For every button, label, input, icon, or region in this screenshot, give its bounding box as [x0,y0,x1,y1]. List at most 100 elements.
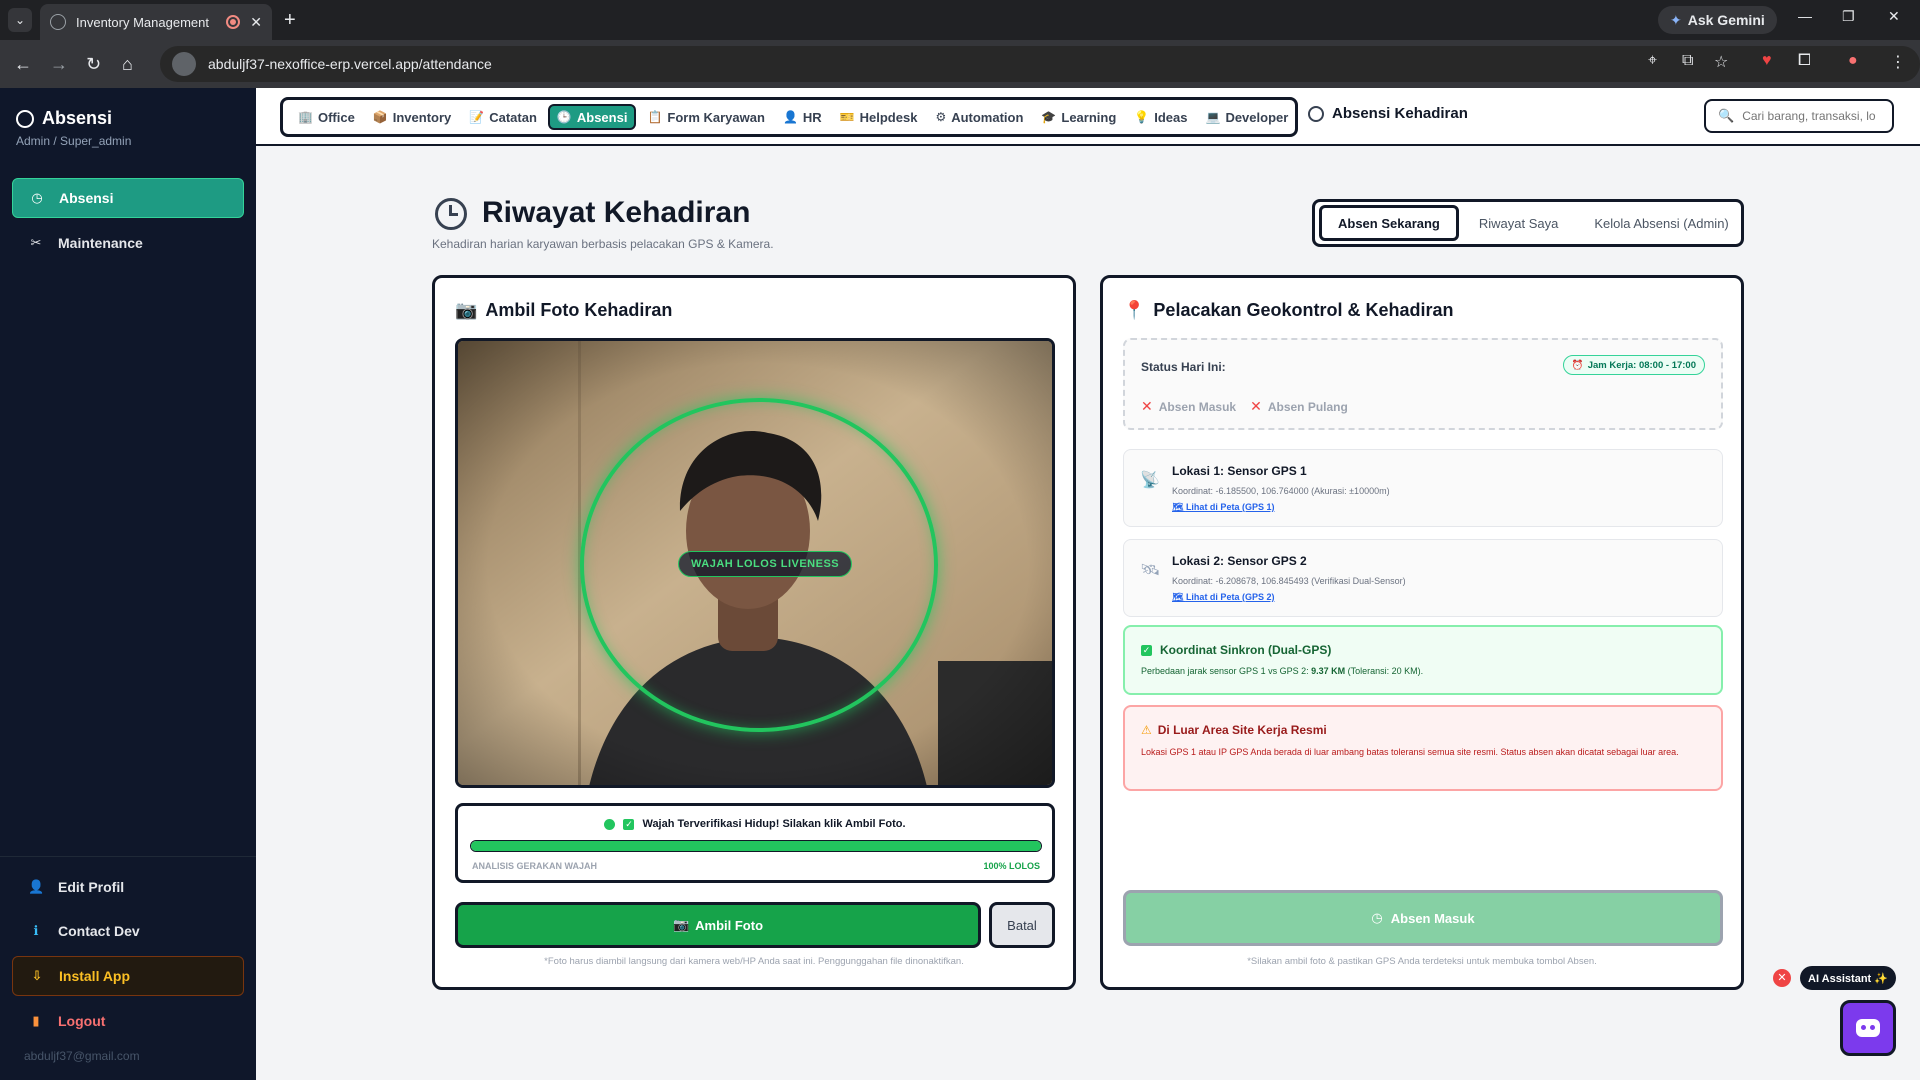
sidebar-item-maintenance[interactable]: ✂ Maintenance [12,223,244,263]
photo-note: *Foto harus diambil langsung dari kamera… [544,956,964,967]
tab-hr[interactable]: 👤 HR [776,104,829,130]
location-coordinates: Koordinat: -6.208678, 106.845493 (Verifi… [1172,576,1406,586]
tab-automation[interactable]: ⚙ Automation [928,104,1030,130]
tab-label: Office [317,109,355,125]
sync-title-row: ✓ Koordinat Sinkron (Dual-GPS) [1141,643,1331,657]
tab-label: HR [802,109,822,125]
global-search[interactable]: 🔍 [1704,99,1894,133]
reload-icon[interactable]: ↻ [86,52,101,76]
status-item-label: Absen Pulang [1267,400,1348,414]
gear-icon: ⚙ [935,110,947,124]
tab-label: Developer [1225,109,1289,125]
tab-ideas[interactable]: 💡 Ideas [1127,104,1194,130]
ask-gemini-button[interactable]: ✦ Ask Gemini [1658,6,1777,34]
tab-inventory[interactable]: 📦 Inventory [366,104,458,130]
clock-icon [1308,105,1324,122]
back-icon[interactable]: ← [14,52,32,76]
view-map-gps2-link[interactable]: 🗺 Lihat di Peta (GPS 2) [1172,592,1274,603]
browser-menu-icon[interactable]: ⋮ [1890,52,1906,72]
extension-icon[interactable]: ♥ [1762,52,1772,70]
assistant-close-icon[interactable]: ✕ [1773,969,1791,987]
url-text: abduljf37-nexoffice-erp.vercel.app/atten… [208,56,492,72]
check-in-button[interactable]: ◷ Absen Masuk [1123,890,1723,946]
minimize-icon[interactable]: — [1798,8,1812,24]
tab-learning[interactable]: 🎓 Learning [1034,104,1123,130]
office-icon: 🏢 [298,110,313,124]
module-nav: 🏢 Office 📦 Inventory 📝 Catatan 🕒 Absensi 📋 Fo… [280,97,1298,137]
extensions-puzzle-icon[interactable]: ⧠ [1798,52,1811,70]
cancel-button[interactable]: Batal [989,902,1055,948]
site-info-icon[interactable] [172,52,196,76]
location-gps-1: 📡 Lokasi 1: Sensor GPS 1 Koordinat: -6.1… [1123,449,1723,527]
forward-icon[interactable]: → [50,52,68,76]
clock-icon: 🕒 [556,110,572,124]
tab-form-karyawan[interactable]: 📋 Form Karyawan [640,104,772,130]
breadcrumb-label: Absensi Kehadiran [1332,105,1468,122]
analysis-progress-bar [470,840,1042,852]
tab-catatan[interactable]: 📝 Catatan [462,104,544,130]
tab-office[interactable]: 🏢 Office [291,104,362,130]
card-title: 📍 Pelacakan Geokontrol & Kehadiran [1123,300,1454,321]
brand-title: Absensi [42,108,113,128]
satellite-icon: 🛰 [1140,562,1161,579]
restore-icon[interactable]: ❐ [1842,8,1855,25]
page-subtitle: Kehadiran harian karyawan berbasis pelac… [432,237,774,251]
recording-icon [226,15,241,29]
tab-close-icon[interactable]: ✕ [250,14,262,31]
status-label: Status Hari Ini: [1141,360,1226,374]
sidebar-brand: Absensi [16,108,112,129]
view-map-gps1-link[interactable]: 🗺 Lihat di Peta (GPS 1) [1172,502,1274,513]
search-input[interactable] [1742,109,1892,123]
install-app-icon[interactable]: ⧉ [1682,52,1693,70]
lightbulb-icon: 💡 [1134,110,1150,124]
graduation-cap-icon: 🎓 [1041,110,1057,124]
page-breadcrumb: Absensi Kehadiran [1308,105,1468,122]
sidebar-item-edit-profil[interactable]: 👤 Edit Profil [12,867,244,907]
ai-assistant-button[interactable] [1840,1000,1896,1056]
card-title: 📷 Ambil Foto Kehadiran [455,300,672,321]
verify-message: Wajah Terverifikasi Hidup! Silakan klik … [642,818,906,830]
browser-tab[interactable]: Inventory Management ✕ [40,4,272,40]
map-pin-icon: 📍 [1123,300,1146,320]
tab-riwayat-saya[interactable]: Riwayat Saya [1463,205,1574,241]
tab-kelola-absensi[interactable]: Kelola Absensi (Admin) [1578,205,1744,241]
tab-developer[interactable]: 💻 Developer [1198,104,1295,130]
satellite-icon: 📡 [1140,472,1160,489]
info-icon: ℹ [33,923,39,938]
gemini-sparkle-icon: ✦ [1670,11,1682,28]
cross-icon: ✕ [1141,398,1153,414]
geo-note: *Silakan ambil foto & pastikan GPS Anda … [1247,956,1597,967]
capture-photo-button[interactable]: 📷 Ambil Foto [455,902,981,948]
tab-absensi[interactable]: 🕒 Absensi [547,104,637,130]
location-icon[interactable]: ⌖ [1648,52,1657,70]
status-absen-masuk: ✕ Absen Masuk [1141,398,1236,415]
tab-label: Catatan [489,109,537,125]
logout-button[interactable]: ▮ Logout [12,1001,244,1041]
user-icon: 👤 [28,879,45,894]
clipboard-icon: 📋 [647,110,663,124]
location-gps-2: 🛰 Lokasi 2: Sensor GPS 2 Koordinat: -6.2… [1123,539,1723,617]
tab-helpdesk[interactable]: 🎫 Helpdesk [833,104,925,130]
logout-icon: ▮ [32,1013,40,1028]
tab-search-button[interactable]: ⌄ [8,8,32,32]
sidebar-item-absensi[interactable]: ◷ Absensi [12,178,244,218]
browser-toolbar: ← → ↻ ⌂ abduljf37-nexoffice-erp.vercel.a… [0,40,1920,88]
window-close-icon[interactable]: ✕ [1888,8,1900,25]
new-tab-button[interactable]: + [284,8,296,32]
sidebar-item-contact-dev[interactable]: ℹ Contact Dev [12,911,244,951]
sync-desc-suffix: (Toleransi: 20 KM). [1347,666,1424,676]
ai-assistant-label[interactable]: AI Assistant ✨ [1800,966,1896,990]
tab-label: Absensi [576,109,628,125]
page-title: Riwayat Kehadiran [482,196,751,229]
sidebar-item-label: Edit Profil [58,879,125,895]
photo-capture-card: 📷 Ambil Foto Kehadiran WAJAH LOLOS LIVEN… [432,275,1076,990]
home-icon[interactable]: ⌂ [122,52,133,76]
bookmark-star-icon[interactable]: ☆ [1714,52,1728,72]
user-icon: 👤 [782,110,798,124]
profile-avatar-icon[interactable]: ● [1848,52,1858,70]
gps-sync-panel: ✓ Koordinat Sinkron (Dual-GPS) Perbedaan… [1123,625,1723,695]
clock-icon [435,198,467,230]
install-app-button[interactable]: ⇩ Install App [12,956,244,996]
location-title: Lokasi 2: Sensor GPS 2 [1172,554,1307,568]
tab-absen-sekarang[interactable]: Absen Sekarang [1319,205,1459,241]
